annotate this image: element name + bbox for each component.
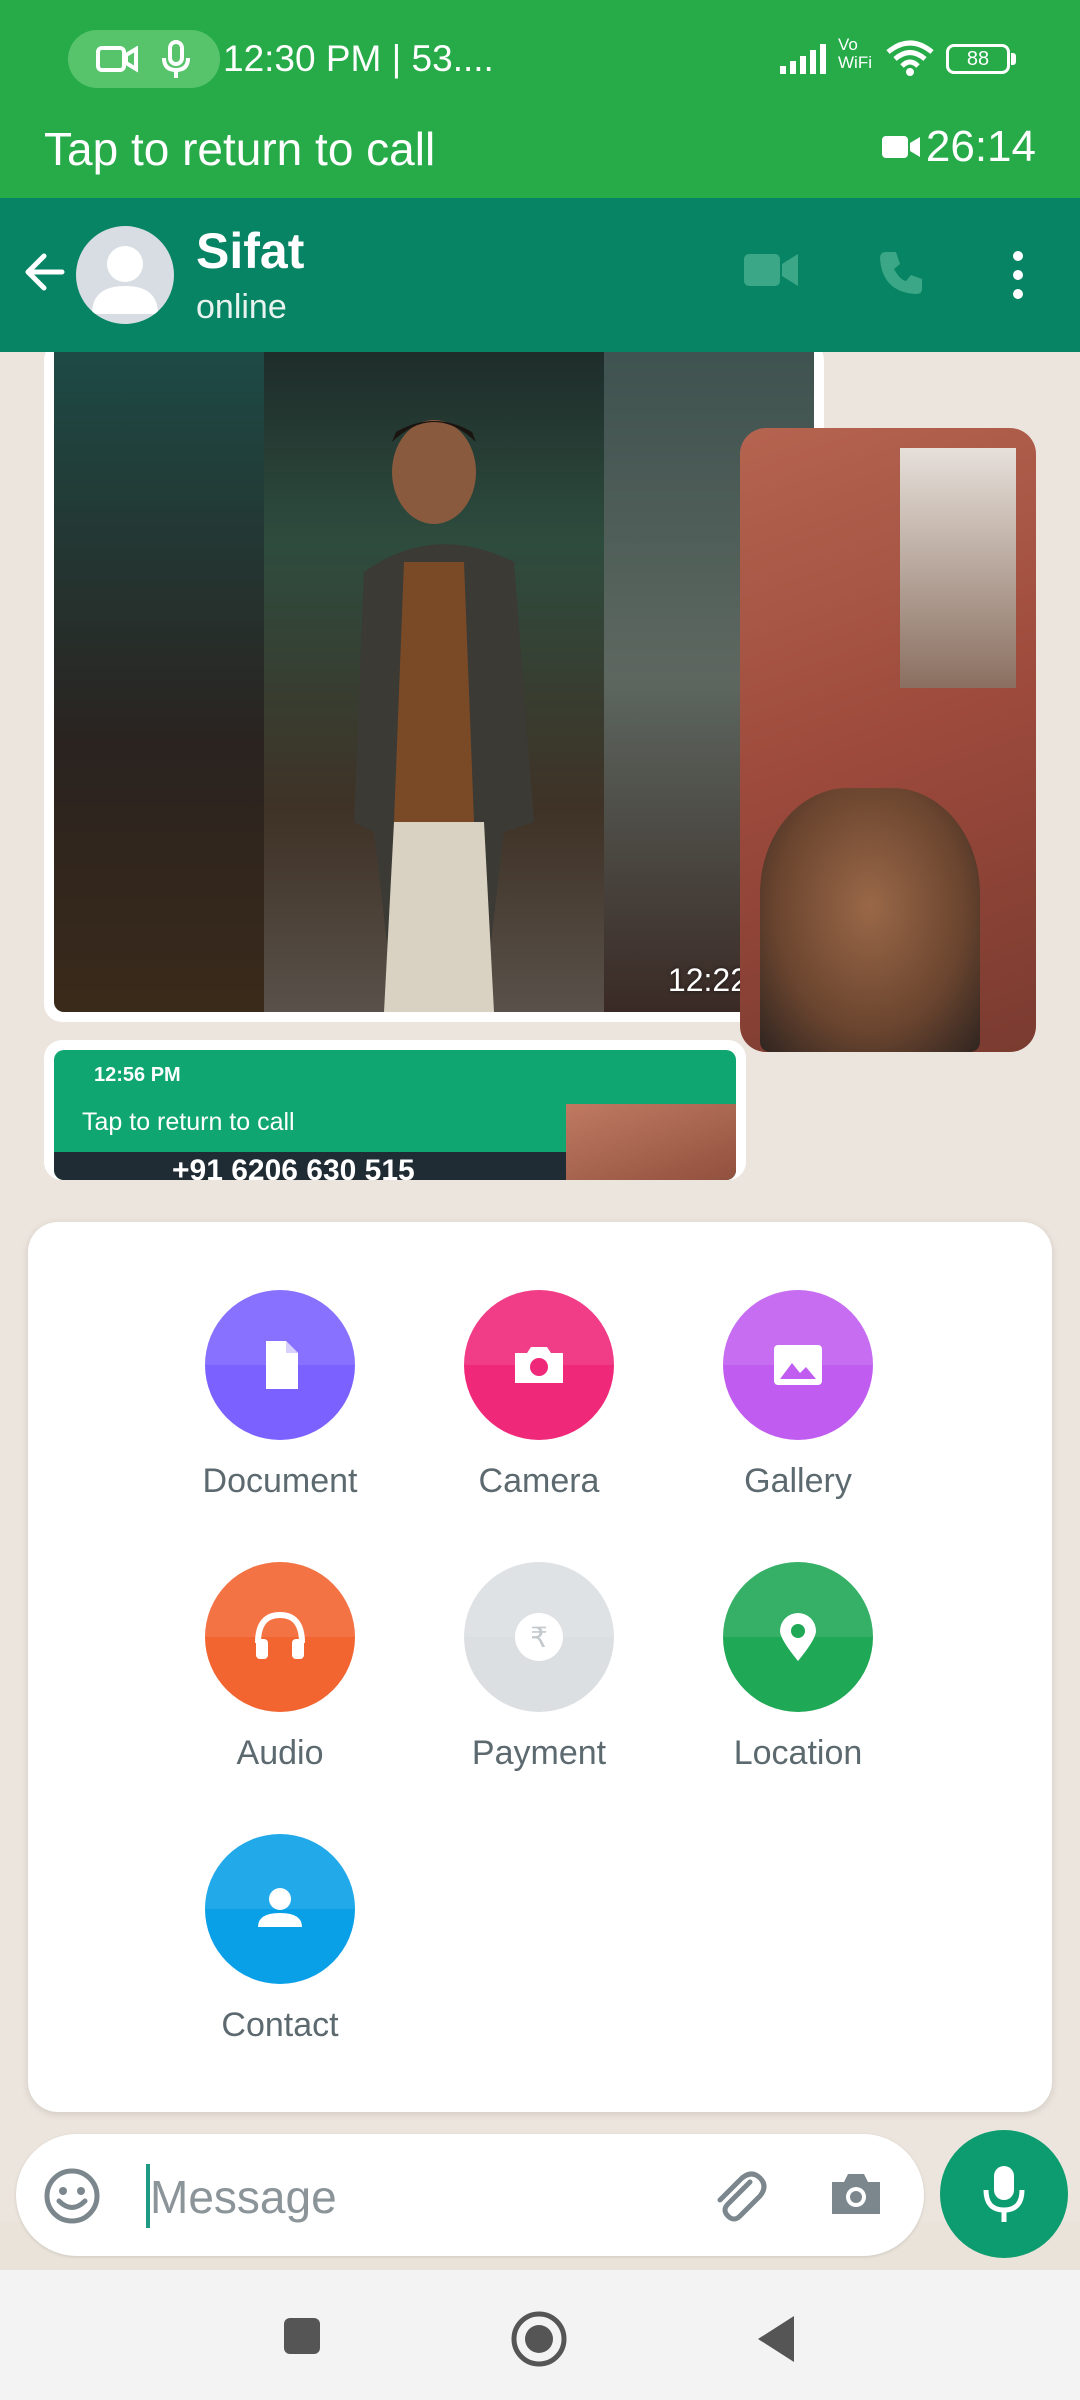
- remote-video-thumbnail[interactable]: [900, 448, 1016, 688]
- svg-text:₹: ₹: [530, 1621, 548, 1654]
- status-bar: 12:30 PM | 53.... Vo WiFi 88: [0, 0, 1080, 118]
- attach-document-button[interactable]: Document: [180, 1290, 380, 1501]
- system-navigation-bar: [0, 2270, 1080, 2400]
- microphone-icon: [983, 2166, 1025, 2222]
- back-icon[interactable]: [754, 2314, 798, 2364]
- vowifi-label: Vo WiFi: [838, 35, 872, 72]
- screenshot-status-time: 12:56 PM: [94, 1064, 181, 1086]
- contact-label: Contact: [221, 2006, 339, 2044]
- battery-tip: [1011, 53, 1016, 65]
- contact-icon: [258, 1888, 302, 1927]
- battery-icon: 88: [946, 44, 1010, 74]
- return-to-call-banner[interactable]: Tap to return to call 26:14: [0, 104, 1080, 198]
- contact-name[interactable]: Sifat: [196, 222, 304, 280]
- audio-label: Audio: [236, 1734, 324, 1772]
- status-time: 12:30 PM | 53....: [223, 38, 494, 79]
- contact-status: online: [196, 288, 287, 326]
- wifi-icon: [886, 40, 934, 76]
- screenshot-call-banner: Tap to return to call: [82, 1108, 295, 1136]
- person-in-photo: [354, 420, 534, 1012]
- gallery-label: Gallery: [744, 1462, 852, 1500]
- default-avatar-icon: [92, 246, 158, 314]
- voice-record-button[interactable]: [940, 2130, 1068, 2258]
- attach-audio-button[interactable]: Audio: [180, 1562, 380, 1773]
- video-camera-icon: [882, 136, 920, 158]
- screenshot-message[interactable]: 12:56 PM Tap to return to call +91 6206 …: [44, 1040, 746, 1180]
- attach-payment-button[interactable]: ₹ Payment: [439, 1562, 639, 1773]
- local-video-face: [760, 788, 980, 1052]
- signal-icon: [780, 44, 826, 74]
- attachment-sheet: Document Camera Gallery Audio ₹ Payment …: [28, 1222, 1052, 2112]
- microphone-icon: [162, 40, 190, 78]
- return-to-call-text: Tap to return to call: [44, 123, 436, 175]
- screenshot-contact-number: +91 6206 630 515: [172, 1154, 415, 1180]
- attach-location-button[interactable]: Location: [698, 1562, 898, 1773]
- location-label: Location: [733, 1734, 863, 1772]
- payment-label: Payment: [471, 1734, 607, 1772]
- camera-icon[interactable]: [826, 2166, 886, 2222]
- camera-label: Camera: [478, 1462, 600, 1500]
- gallery-icon: [774, 1345, 822, 1385]
- avatar[interactable]: [76, 226, 174, 324]
- headphones-icon: [255, 1611, 305, 1659]
- document-label: Document: [202, 1462, 358, 1500]
- message-input-bar: Message: [16, 2134, 924, 2256]
- image-message[interactable]: 12:22: [44, 352, 824, 1022]
- back-arrow-icon[interactable]: [18, 244, 74, 300]
- attachment-clip-icon[interactable]: [706, 2164, 768, 2226]
- screenshot-video-preview: [566, 1104, 736, 1180]
- chat-header: Sifat online: [0, 198, 1080, 352]
- rupee-icon: ₹: [515, 1613, 563, 1661]
- camera-icon: [515, 1347, 563, 1383]
- call-indicator-pill[interactable]: [68, 30, 220, 88]
- location-pin-icon: [780, 1613, 816, 1661]
- voice-call-icon[interactable]: [876, 248, 926, 298]
- message-time: 12:22: [667, 962, 748, 998]
- message-input[interactable]: Message: [150, 2170, 337, 2224]
- attach-camera-button[interactable]: Camera: [439, 1290, 639, 1501]
- video-call-icon[interactable]: [742, 248, 800, 292]
- call-timer: 26:14: [925, 122, 1036, 171]
- status-icons: Vo WiFi 88: [780, 36, 1040, 82]
- more-options-icon[interactable]: [1008, 250, 1028, 300]
- recent-apps-icon[interactable]: [282, 2316, 322, 2356]
- video-call-icon: [96, 45, 138, 73]
- emoji-icon[interactable]: [42, 2166, 102, 2226]
- photo[interactable]: 12:22: [54, 352, 814, 1012]
- video-call-preview[interactable]: [740, 428, 1036, 1052]
- attach-contact-button[interactable]: Contact: [180, 1834, 380, 2045]
- document-icon: [266, 1341, 298, 1389]
- attach-gallery-button[interactable]: Gallery: [698, 1290, 898, 1501]
- home-icon[interactable]: [510, 2310, 568, 2368]
